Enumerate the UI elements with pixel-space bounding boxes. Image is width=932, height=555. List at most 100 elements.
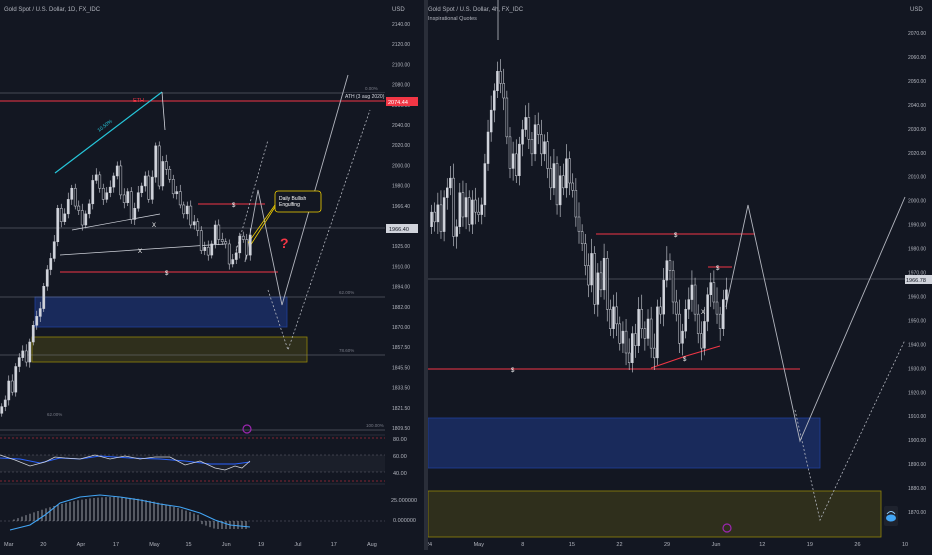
- left-candle-body: [28, 341, 32, 363]
- left-candle-body: [210, 243, 214, 256]
- whale-icon: [884, 506, 898, 526]
- right-candle-body: [452, 177, 455, 237]
- right-candle-body: [530, 139, 534, 155]
- left-y-tick: 2120.00: [392, 42, 410, 48]
- left-y-tick: 1870.00: [392, 325, 410, 331]
- right-candle-body: [493, 90, 496, 111]
- left-candle-body: [224, 241, 228, 245]
- right-candle-body: [464, 197, 468, 218]
- left-candle-body: [66, 199, 70, 215]
- right-candle-body: [574, 190, 578, 218]
- left-y-tick: 1925.00: [392, 244, 410, 250]
- left-candle-body: [231, 259, 235, 265]
- right-candle-body: [706, 294, 709, 322]
- right-x-tick: 8: [521, 542, 524, 548]
- right-candle-body: [439, 204, 443, 232]
- left-olive-zone: [31, 336, 308, 363]
- right-candle-body: [480, 204, 484, 215]
- left-candle-body: [238, 235, 242, 254]
- right-candle-body: [445, 187, 449, 198]
- left-chart-title: Gold Spot / U.S. Dollar, 1D, FX_IDC: [4, 7, 101, 13]
- right-candle-body: [605, 258, 609, 310]
- left-candle-body: [3, 399, 7, 407]
- right-candle-body: [489, 109, 493, 133]
- left-candle-body: [133, 208, 137, 220]
- right-y-tick: 1910.00: [908, 414, 926, 420]
- right-x-tick: May: [474, 542, 485, 548]
- right-candle-body: [461, 192, 465, 218]
- left-candle-body: [49, 258, 53, 270]
- right-candle-body: [518, 143, 521, 176]
- left-candle-body: [157, 145, 161, 187]
- right-candle-body: [483, 163, 487, 206]
- dual-chart-canvas: 2140.002120.002100.002080.002060.002040.…: [0, 0, 932, 550]
- right-candle-body: [618, 323, 622, 344]
- right-candle-body: [621, 330, 625, 344]
- right-chart-title: Gold Spot / U.S. Dollar, 4h, FX_IDC: [428, 7, 524, 13]
- right-y-tick: 1950.00: [908, 318, 926, 324]
- left-y-tick: 1833.50: [392, 386, 410, 392]
- left-candle-body: [147, 175, 151, 200]
- right-x-tick: 15: [569, 542, 575, 548]
- left-candle-body: [171, 179, 175, 195]
- left-candle-body: [80, 210, 84, 226]
- left-candle-body: [220, 239, 224, 242]
- right-candle-body: [640, 309, 643, 329]
- left-x-tick: Apr: [77, 542, 86, 548]
- left-y-tick: 2020.00: [392, 143, 410, 149]
- right-y-tick: 1900.00: [908, 438, 926, 444]
- right-candle-body: [511, 153, 515, 169]
- left-x-tick: 15: [186, 542, 192, 548]
- right-y-tick: 1940.00: [908, 342, 926, 348]
- right-candle-body: [555, 163, 559, 206]
- right-candle-body: [631, 333, 634, 363]
- right-y-tick: 1890.00: [908, 462, 926, 468]
- right-candle-body: [646, 318, 650, 339]
- right-candle-body: [671, 270, 675, 303]
- right-candle-body: [681, 330, 684, 344]
- right-candle-body: [546, 141, 549, 169]
- left-candle-body: [213, 224, 217, 245]
- pane-divider[interactable]: [424, 0, 428, 550]
- right-candle-body: [455, 226, 458, 237]
- eth-label: ETH: [133, 98, 144, 104]
- left-candle-body: [129, 191, 133, 220]
- right-y-tick: 2040.00: [908, 103, 926, 109]
- right-candle-body: [615, 306, 618, 325]
- left-candle-body: [0, 406, 4, 414]
- right-candle-body: [474, 199, 477, 213]
- left-y-tick: 1821.50: [392, 406, 410, 412]
- left-blue-demand-zone: [34, 296, 288, 328]
- right-candle-body: [430, 211, 433, 227]
- left-x-tick: 19: [258, 542, 264, 548]
- left-x-tick: 17: [113, 542, 119, 548]
- right-candle-body: [558, 175, 562, 206]
- right-y-tick: 1880.00: [908, 486, 926, 492]
- right-y-tick: 1930.00: [908, 366, 926, 372]
- left-candle-body: [143, 175, 147, 187]
- rsi-tick-60: 60.00: [393, 454, 407, 460]
- left-candle-body: [91, 180, 95, 205]
- right-candle-body: [449, 177, 452, 189]
- right-currency: USD: [910, 7, 923, 13]
- left-candle-body: [45, 269, 49, 287]
- right-x-tick: 22: [616, 542, 622, 548]
- left-candle-body: [150, 176, 154, 200]
- right-candle-body: [467, 197, 471, 225]
- fib-62-label-low: 62.00%: [47, 412, 62, 417]
- left-candle-body: [105, 192, 109, 200]
- left-candle-body: [164, 161, 168, 170]
- left-candle-body: [42, 286, 46, 309]
- left-y-tick: 1857.50: [392, 345, 410, 351]
- right-candle-body: [715, 301, 719, 315]
- right-candle-body: [521, 129, 524, 145]
- right-candle-body: [496, 71, 499, 91]
- right-x-tick: Jun: [712, 542, 721, 548]
- left-x-tick: Jun: [222, 542, 231, 548]
- left-candle-body: [87, 203, 91, 215]
- left-candle-body: [101, 187, 105, 200]
- left-x-tick: 17: [331, 542, 337, 548]
- right-candle-body: [527, 117, 531, 140]
- fib-100-label: 100.00%: [366, 423, 384, 428]
- right-candle-body: [599, 272, 603, 291]
